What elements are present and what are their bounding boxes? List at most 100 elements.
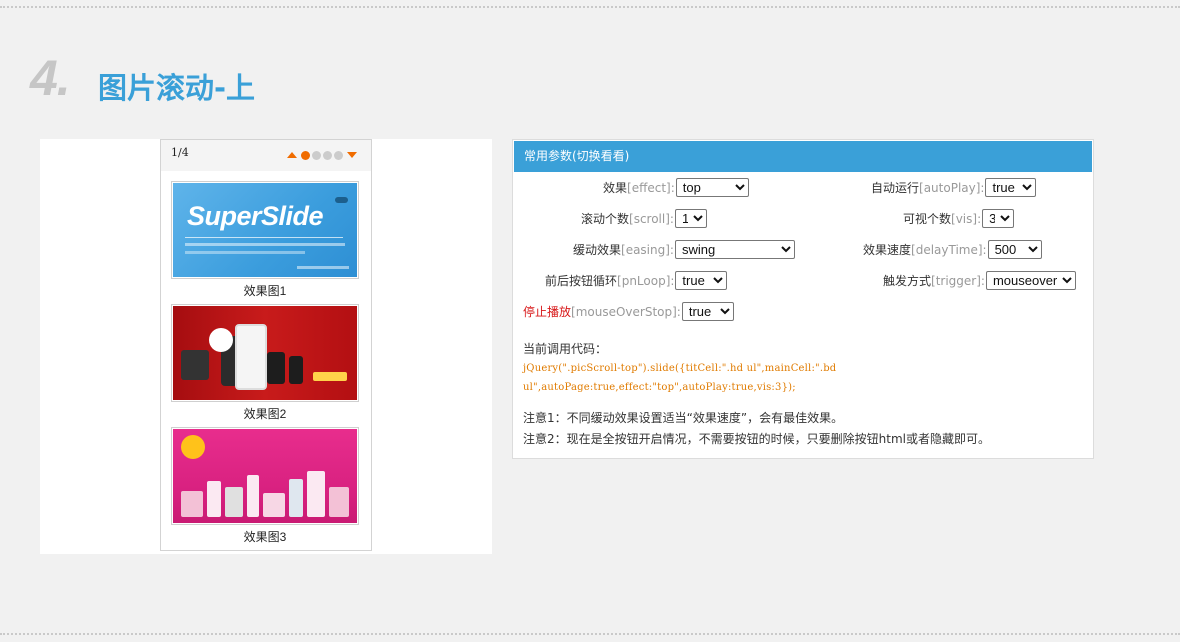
trigger-label-en: [trigger]: [931,273,985,288]
pic-list: SuperSlide 效果图1 效果图2 效果图3 [171,181,359,550]
section-title: 图片滚动-上 [98,71,256,105]
bottle [181,491,203,517]
bottom-dotted-divider [0,633,1180,635]
pnloop-label-text: 前后按钮循环 [545,273,618,288]
delaytime-row: 效果速度[delayTime]: 500 [863,238,1042,260]
item-caption[interactable]: 效果图1 [171,283,359,299]
page-dot-4[interactable] [334,150,343,160]
autoplay-label: 自动运行[autoPlay]: [871,179,984,196]
scroll-controls [287,149,357,161]
note-2: 注意2：现在是全按钮开启情况，不需要按钮的时候，只要删除按钮html或者隐藏即可… [523,432,990,446]
pic-scroll-header: 1/4 [161,140,371,171]
effect-image-2[interactable] [171,304,359,402]
pnloop-row: 前后按钮循环[pnLoop]: true [545,269,728,291]
next-arrow-icon[interactable] [347,152,357,158]
delaytime-select[interactable]: 500 [987,239,1042,259]
bottle [247,475,259,517]
vis-label-en: [vis]: [951,211,982,226]
bottle [263,493,285,517]
electronics-promo-image [173,306,357,400]
note-1: 注意1：不同缓动效果设置适当“效果速度”，会有最佳效果。 [523,411,844,425]
page-dot-1[interactable] [301,150,310,160]
mouseoverstop-row: 停止播放[mouseOverStop]: true [523,300,734,322]
autoplay-label-text: 自动运行 [871,180,920,195]
superslide-banner-image: SuperSlide [173,183,357,277]
delaytime-label-text: 效果速度 [863,242,912,257]
list-item: 效果图2 [171,304,359,422]
banner-subtext-2 [185,251,305,254]
item-caption[interactable]: 效果图3 [171,529,359,545]
bottle [329,487,349,517]
bottle [289,479,303,517]
effect-label-text: 效果 [603,180,628,195]
code-snippet: jQuery(".picScroll-top").slide({titCell:… [523,359,923,397]
item-caption[interactable]: 效果图2 [171,406,359,422]
banner-badge [335,197,348,203]
camera-product [181,350,209,380]
pnloop-label-en: [pnLoop]: [617,273,675,288]
effect-row: 效果[effect]: top [603,176,749,198]
discount-badge [209,328,233,352]
page-dot-2[interactable] [312,150,321,160]
vis-select[interactable]: 3 [982,208,1015,228]
list-item: 效果图3 [171,427,359,545]
effect-label: 效果[effect]: [603,179,675,196]
params-panel: 常用参数(切换看看) 效果[effect]: top 自动运行[autoPlay… [512,139,1094,459]
demo-area: 1/4 SuperSlide 效果图1 效果图2 效果图3 [40,139,492,554]
banner-subtext [185,243,345,246]
banner-footer-text [297,266,349,269]
cosmetic-bottles [181,469,351,517]
page-indicator: 1/4 [171,146,189,159]
autoplay-row: 自动运行[autoPlay]: true [871,176,1037,198]
trigger-select[interactable]: mouseover [985,270,1076,290]
effect-select[interactable]: top [675,177,749,197]
banner-title: SuperSlide [187,201,324,231]
mouseoverstop-label-en: [mouseOverStop]: [571,304,681,319]
vis-label-text: 可视个数 [903,211,952,226]
pic-scroll-widget: 1/4 SuperSlide 效果图1 效果图2 效果图3 [160,139,372,551]
scroll-label-text: 滚动个数 [581,211,630,226]
speaker-product [267,352,285,384]
effect-label-en: [effect]: [627,180,675,195]
top-dotted-divider [0,6,1180,8]
pnloop-label: 前后按钮循环[pnLoop]: [545,272,674,289]
params-header: 常用参数(切换看看) [514,141,1092,172]
page-dot-3[interactable] [323,150,332,160]
pnloop-select[interactable]: true [675,270,728,290]
bottle [207,481,221,517]
mouseoverstop-select[interactable]: true [681,301,734,321]
trigger-row: 触发方式[trigger]: mouseover [883,269,1076,291]
code-line-1: jQuery(".picScroll-top").slide({titCell:… [523,363,837,374]
autoplay-label-en: [autoPlay]: [919,180,985,195]
autoplay-select[interactable]: true [985,177,1037,197]
prev-arrow-icon[interactable] [287,152,297,158]
delaytime-label-en: [delayTime]: [911,242,987,257]
bottle [225,487,243,517]
scroll-label-en: [scroll]: [629,211,674,226]
easing-label-en: [easing]: [621,242,674,257]
speaker-product-2 [289,356,303,384]
vis-label: 可视个数[vis]: [903,210,981,227]
delaytime-label: 效果速度[delayTime]: [863,241,987,258]
effect-image-3[interactable] [171,427,359,525]
easing-label: 缓动效果[easing]: [573,241,674,258]
bottle [307,471,325,517]
list-item: SuperSlide 效果图1 [171,181,359,299]
banner-divider [185,237,343,242]
promo-badge [181,435,205,459]
cosmetics-promo-image [173,429,357,523]
phone-product [235,324,267,390]
code-label: 当前调用代码： [523,342,608,356]
section-number: 4. [30,50,71,106]
trigger-label-text: 触发方式 [883,273,932,288]
easing-select[interactable]: swing [674,239,795,259]
easing-row: 缓动效果[easing]: swing [573,238,795,260]
vis-row: 可视个数[vis]: 3 [903,207,1015,229]
scroll-select[interactable]: 1 [674,208,707,228]
scroll-row: 滚动个数[scroll]: 1 [581,207,707,229]
trigger-label: 触发方式[trigger]: [883,272,985,289]
code-line-2: ul",autoPage:true,effect:"top",autoPlay:… [523,382,796,393]
scroll-label: 滚动个数[scroll]: [581,210,674,227]
effect-image-1[interactable]: SuperSlide [171,181,359,279]
mouseoverstop-label-text: 停止播放 [523,304,572,319]
